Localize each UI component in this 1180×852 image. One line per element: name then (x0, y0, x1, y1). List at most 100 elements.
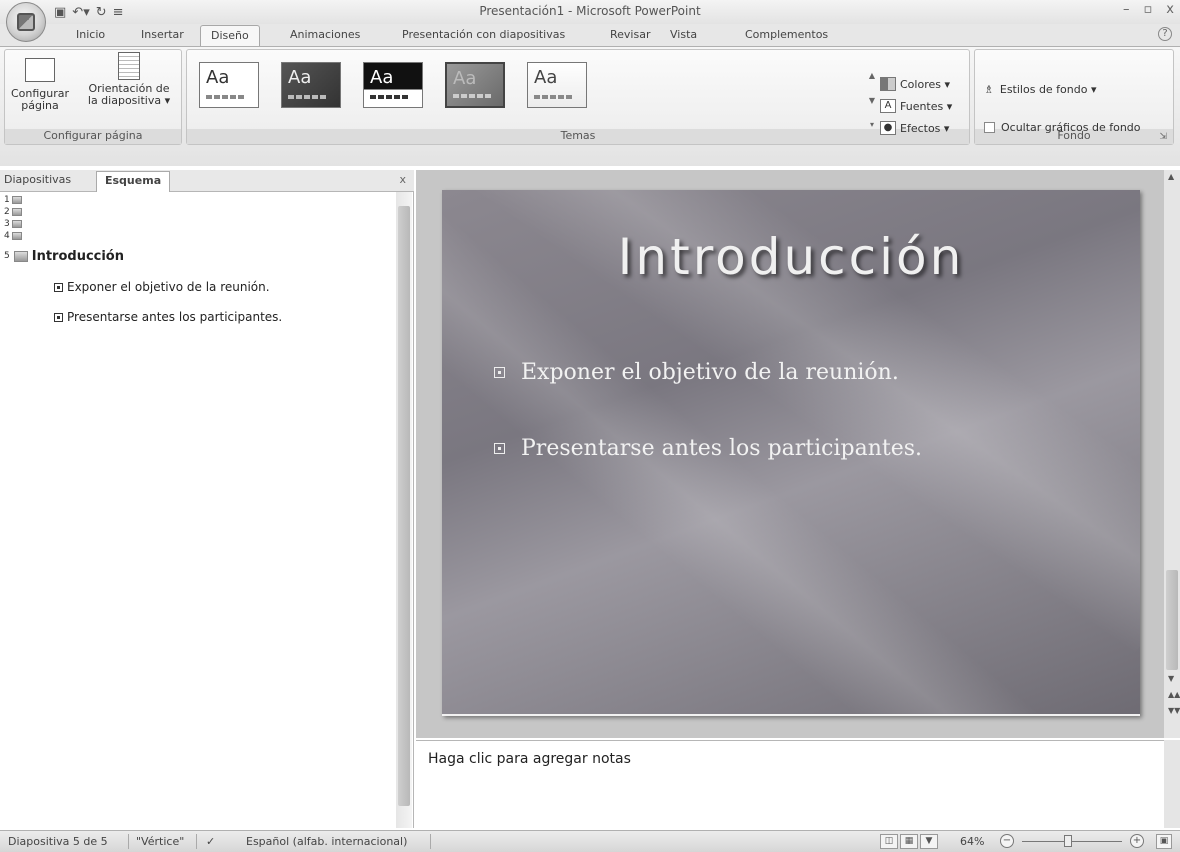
group-label-page-setup: Configurar página (5, 129, 181, 144)
tab-animaciones[interactable]: Animaciones (290, 28, 360, 41)
scroll-down-icon[interactable]: ▼ (1168, 674, 1174, 683)
tab-diseno[interactable]: Diseño (200, 25, 260, 47)
zoom-slider-thumb[interactable] (1064, 835, 1072, 847)
office-button[interactable] (6, 2, 46, 42)
slide-thumbnail-icon (11, 208, 22, 216)
window-title: Presentación1 - Microsoft PowerPoint (479, 4, 701, 18)
colors-icon (880, 77, 896, 91)
outline-slide-5[interactable]: 5 Introducción (4, 246, 394, 266)
orientation-icon (118, 52, 140, 80)
slide-thumbnail-icon (11, 220, 22, 228)
page-setup-icon (25, 58, 55, 82)
theme-name: "Vértice" (136, 835, 185, 848)
slide-editing-area: Introducción Exponer el objetivo de la r… (416, 170, 1164, 738)
slide-bullet[interactable]: Exponer el objetivo de la reunión. (494, 360, 899, 385)
slide-thumbnail-icon (13, 250, 28, 262)
outline-bullet[interactable]: Exponer el objetivo de la reunión. (54, 280, 394, 294)
next-slide-icon[interactable]: ▼▼ (1168, 706, 1180, 715)
notes-scrollbar[interactable] (1164, 740, 1180, 828)
slide-sorter-icon[interactable]: ▦ (900, 834, 918, 849)
outline-bullet[interactable]: Presentarse antes los participantes. (54, 310, 394, 324)
office-logo-icon (17, 13, 35, 31)
zoom-in-icon[interactable]: + (1130, 834, 1144, 848)
window-controls: – ▫ x (1123, 2, 1174, 17)
slide-title[interactable]: Introducción (442, 228, 1140, 286)
bullet-icon (494, 443, 505, 454)
hide-background-graphics[interactable]: Ocultar gráficos de fondo (984, 121, 1141, 134)
notes-pane[interactable]: Haga clic para agregar notas (416, 740, 1164, 828)
scroll-down-icon[interactable]: ▼ (866, 96, 878, 105)
maximize-button[interactable]: ▫ (1143, 2, 1152, 17)
slide-thumbnail-icon (11, 232, 22, 240)
outline-slide-4[interactable]: 4 (4, 230, 394, 242)
theme-black-white[interactable]: Aa (363, 62, 423, 108)
zoom-slider[interactable] (1022, 841, 1122, 842)
slide-scrollbar[interactable]: ▲ ▼ ▲▲ ▼▼ (1164, 170, 1180, 738)
tab-outline[interactable]: Esquema (96, 171, 171, 192)
zoom-out-icon[interactable]: − (1000, 834, 1014, 848)
background-styles-button[interactable]: ♗ Estilos de fondo ▾ (984, 83, 1097, 96)
close-button[interactable]: x (1166, 2, 1174, 17)
slide-thumbnail-icon (11, 196, 22, 204)
pane-tabs: Diapositivas Esquema x (0, 170, 414, 192)
previous-slide-icon[interactable]: ▲▲ (1168, 690, 1180, 699)
help-icon[interactable]: ? (1158, 27, 1172, 41)
page-setup-button[interactable]: Configurar página (7, 58, 73, 112)
effects-button[interactable]: ● Efectos ▾ (880, 121, 949, 135)
paint-bucket-icon: ♗ (984, 83, 994, 96)
group-themes: Aa Aa Aa Aa Aa Temas (186, 49, 970, 145)
scrollbar-thumb[interactable] (1166, 570, 1178, 670)
group-label-themes: Temas (187, 129, 969, 144)
colors-button[interactable]: Colores ▾ (880, 77, 950, 91)
outline-slide-1[interactable]: 1 (4, 194, 394, 206)
tab-presentacion[interactable]: Presentación con diapositivas (402, 28, 565, 41)
bullet-icon (54, 282, 63, 292)
slide-orientation-button[interactable]: Orientación de la diapositiva ▾ (77, 52, 181, 107)
themes-gallery-scroll[interactable]: ▲ ▼ ▾ (866, 71, 878, 129)
slideshow-icon[interactable]: ▼ (920, 834, 938, 849)
theme-office[interactable]: Aa (199, 62, 259, 108)
close-pane-icon[interactable]: x (399, 173, 406, 186)
minimize-button[interactable]: – (1123, 2, 1130, 17)
theme-light[interactable]: Aa (527, 62, 587, 108)
title-bar: ▣ ↶▾ ↻ ≡ Presentación1 - Microsoft Power… (0, 0, 1180, 24)
slide-counter: Diapositiva 5 de 5 (8, 835, 108, 848)
tab-revisar[interactable]: Revisar (610, 28, 650, 41)
slide-divider-line (442, 714, 1140, 716)
theme-dark[interactable]: Aa (281, 62, 341, 108)
fonts-icon: A (880, 99, 896, 113)
status-bar: Diapositiva 5 de 5 "Vértice" ✓ Español (… (0, 830, 1180, 852)
ribbon: Configurar página Orientación de la diap… (0, 46, 1180, 166)
tab-inicio[interactable]: Inicio (76, 28, 105, 41)
fonts-button[interactable]: A Fuentes ▾ (880, 99, 952, 113)
slide-canvas[interactable]: Introducción Exponer el objetivo de la r… (442, 190, 1140, 716)
effects-icon: ● (880, 121, 896, 135)
left-pane: Diapositivas Esquema x 1 2 3 4 5 Introdu… (0, 170, 414, 828)
language-indicator[interactable]: Español (alfab. internacional) (246, 835, 407, 848)
slide-bullet[interactable]: Presentarse antes los participantes. (494, 436, 922, 461)
notes-placeholder[interactable]: Haga clic para agregar notas (428, 751, 631, 767)
scroll-up-icon[interactable]: ▲ (1168, 172, 1174, 181)
normal-view-icon[interactable]: ◫ (880, 834, 898, 849)
tab-insertar[interactable]: Insertar (141, 28, 184, 41)
dialog-launcher-icon[interactable]: ⇲ (1159, 132, 1167, 142)
tab-complementos[interactable]: Complementos (745, 28, 828, 41)
bullet-icon (494, 367, 505, 378)
scrollbar-thumb[interactable] (398, 206, 410, 806)
group-page-setup: Configurar página Orientación de la diap… (4, 49, 182, 145)
theme-vertice[interactable]: Aa (445, 62, 505, 108)
outline-slide-2[interactable]: 2 (4, 206, 394, 218)
more-icon[interactable]: ▾ (866, 120, 878, 129)
scroll-up-icon[interactable]: ▲ (866, 71, 878, 80)
tab-vista[interactable]: Vista (670, 28, 697, 41)
bullet-icon (54, 312, 63, 322)
outline-slide-title[interactable]: Introducción (32, 249, 124, 264)
outline-view[interactable]: 1 2 3 4 5 Introducción Exponer el objeti… (4, 194, 394, 324)
fit-to-window-icon[interactable]: ▣ (1156, 834, 1172, 849)
outline-scrollbar[interactable] (396, 192, 412, 828)
outline-slide-3[interactable]: 3 (4, 218, 394, 230)
hide-graphics-checkbox[interactable] (984, 122, 995, 133)
zoom-level[interactable]: 64% (960, 835, 984, 848)
spell-check-icon[interactable]: ✓ (206, 835, 215, 848)
tab-slides[interactable]: Diapositivas (4, 173, 71, 186)
